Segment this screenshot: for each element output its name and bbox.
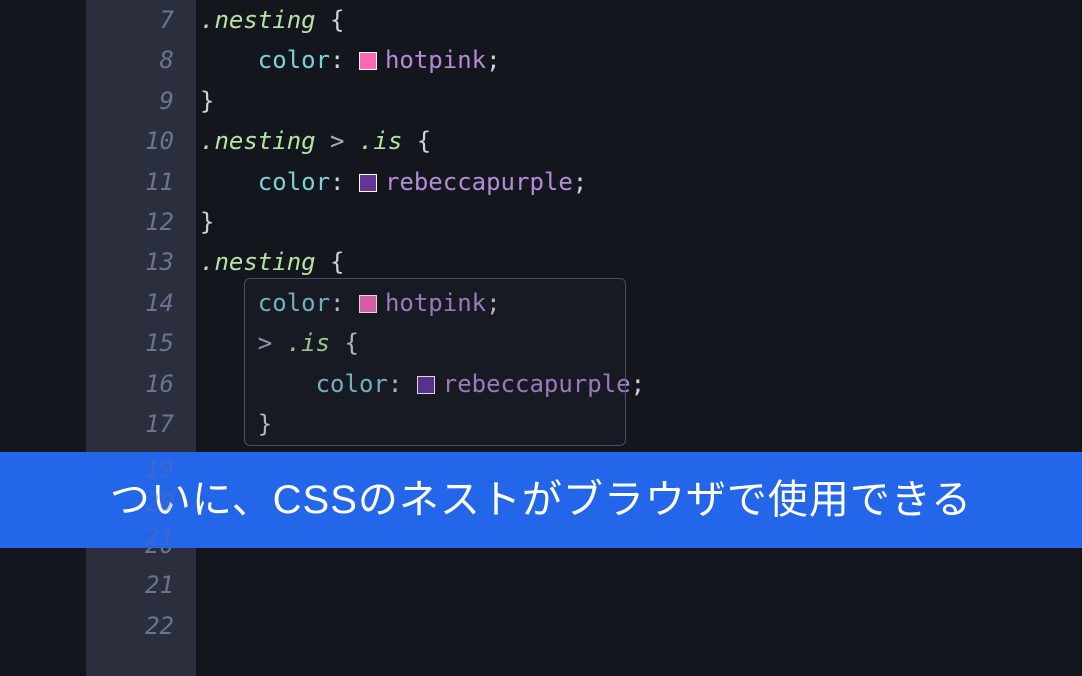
code-line[interactable]: .nesting > .is {	[200, 121, 1082, 161]
token-sel: .nesting	[200, 248, 316, 276]
code-area[interactable]: .nesting { color: hotpink;} .nesting > .i…	[196, 0, 1082, 676]
code-line[interactable]: color: hotpink;	[200, 283, 1082, 323]
token-val: hotpink	[385, 289, 486, 317]
line-number-gutter: 78910111213141516171819202122	[86, 0, 196, 676]
breakpoint-gutter[interactable]	[0, 0, 86, 676]
token-val: rebeccapurple	[385, 168, 573, 196]
color-swatch-icon	[359, 174, 377, 192]
token-combi: >	[330, 127, 344, 155]
token-sel: .is	[359, 127, 402, 155]
token-punc: ;	[486, 46, 500, 74]
token-prop: color	[258, 168, 330, 196]
headline-banner-text: ついに、CSSのネストがブラウザで使用できる	[110, 482, 972, 518]
token-punc: ;	[573, 168, 587, 196]
code-line[interactable]: .nesting {	[200, 0, 1082, 40]
color-swatch-icon	[417, 376, 435, 394]
line-number: 10	[86, 121, 174, 161]
token-punc: :	[330, 46, 344, 74]
token-punc: :	[330, 289, 344, 317]
token-brace: {	[345, 329, 359, 357]
token-punc: :	[388, 370, 402, 398]
line-number: 16	[86, 364, 174, 404]
token-prop: color	[258, 289, 330, 317]
code-line[interactable]: .nesting {	[200, 242, 1082, 282]
code-line[interactable]: }	[200, 404, 1082, 444]
code-line[interactable]	[200, 565, 1082, 605]
token-brace: }	[200, 208, 214, 236]
line-number: 7	[86, 0, 174, 40]
headline-banner: ついに、CSSのネストがブラウザで使用できる	[0, 452, 1082, 548]
line-number: 22	[86, 606, 174, 646]
code-line[interactable]: color: hotpink;	[200, 40, 1082, 80]
token-brace: }	[258, 410, 272, 438]
line-number: 14	[86, 283, 174, 323]
line-number: 12	[86, 202, 174, 242]
line-number: 17	[86, 404, 174, 444]
token-combi: >	[258, 329, 272, 357]
code-line[interactable]: }	[200, 202, 1082, 242]
color-swatch-icon	[359, 295, 377, 313]
line-number: 11	[86, 162, 174, 202]
token-sel: .nesting	[200, 127, 316, 155]
token-punc: ;	[631, 370, 645, 398]
token-brace: {	[417, 127, 431, 155]
token-sel: .nesting	[200, 6, 316, 34]
token-punc: :	[330, 168, 344, 196]
token-prop: color	[316, 370, 388, 398]
code-line[interactable]: }	[200, 81, 1082, 121]
code-line[interactable]	[200, 606, 1082, 646]
token-brace: {	[330, 6, 344, 34]
line-number: 21	[86, 565, 174, 605]
line-number: 9	[86, 81, 174, 121]
code-line[interactable]: > .is {	[200, 323, 1082, 363]
token-val: rebeccapurple	[443, 370, 631, 398]
line-number: 15	[86, 323, 174, 363]
token-punc: ;	[486, 289, 500, 317]
line-number: 13	[86, 242, 174, 282]
code-editor[interactable]: 78910111213141516171819202122 .nesting {…	[0, 0, 1082, 676]
color-swatch-icon	[359, 52, 377, 70]
code-line[interactable]: color: rebeccapurple;	[200, 364, 1082, 404]
token-brace: {	[330, 248, 344, 276]
code-line[interactable]: color: rebeccapurple;	[200, 162, 1082, 202]
token-val: hotpink	[385, 46, 486, 74]
token-brace: }	[200, 87, 214, 115]
line-number: 8	[86, 40, 174, 80]
token-sel: .is	[287, 329, 330, 357]
token-prop: color	[258, 46, 330, 74]
